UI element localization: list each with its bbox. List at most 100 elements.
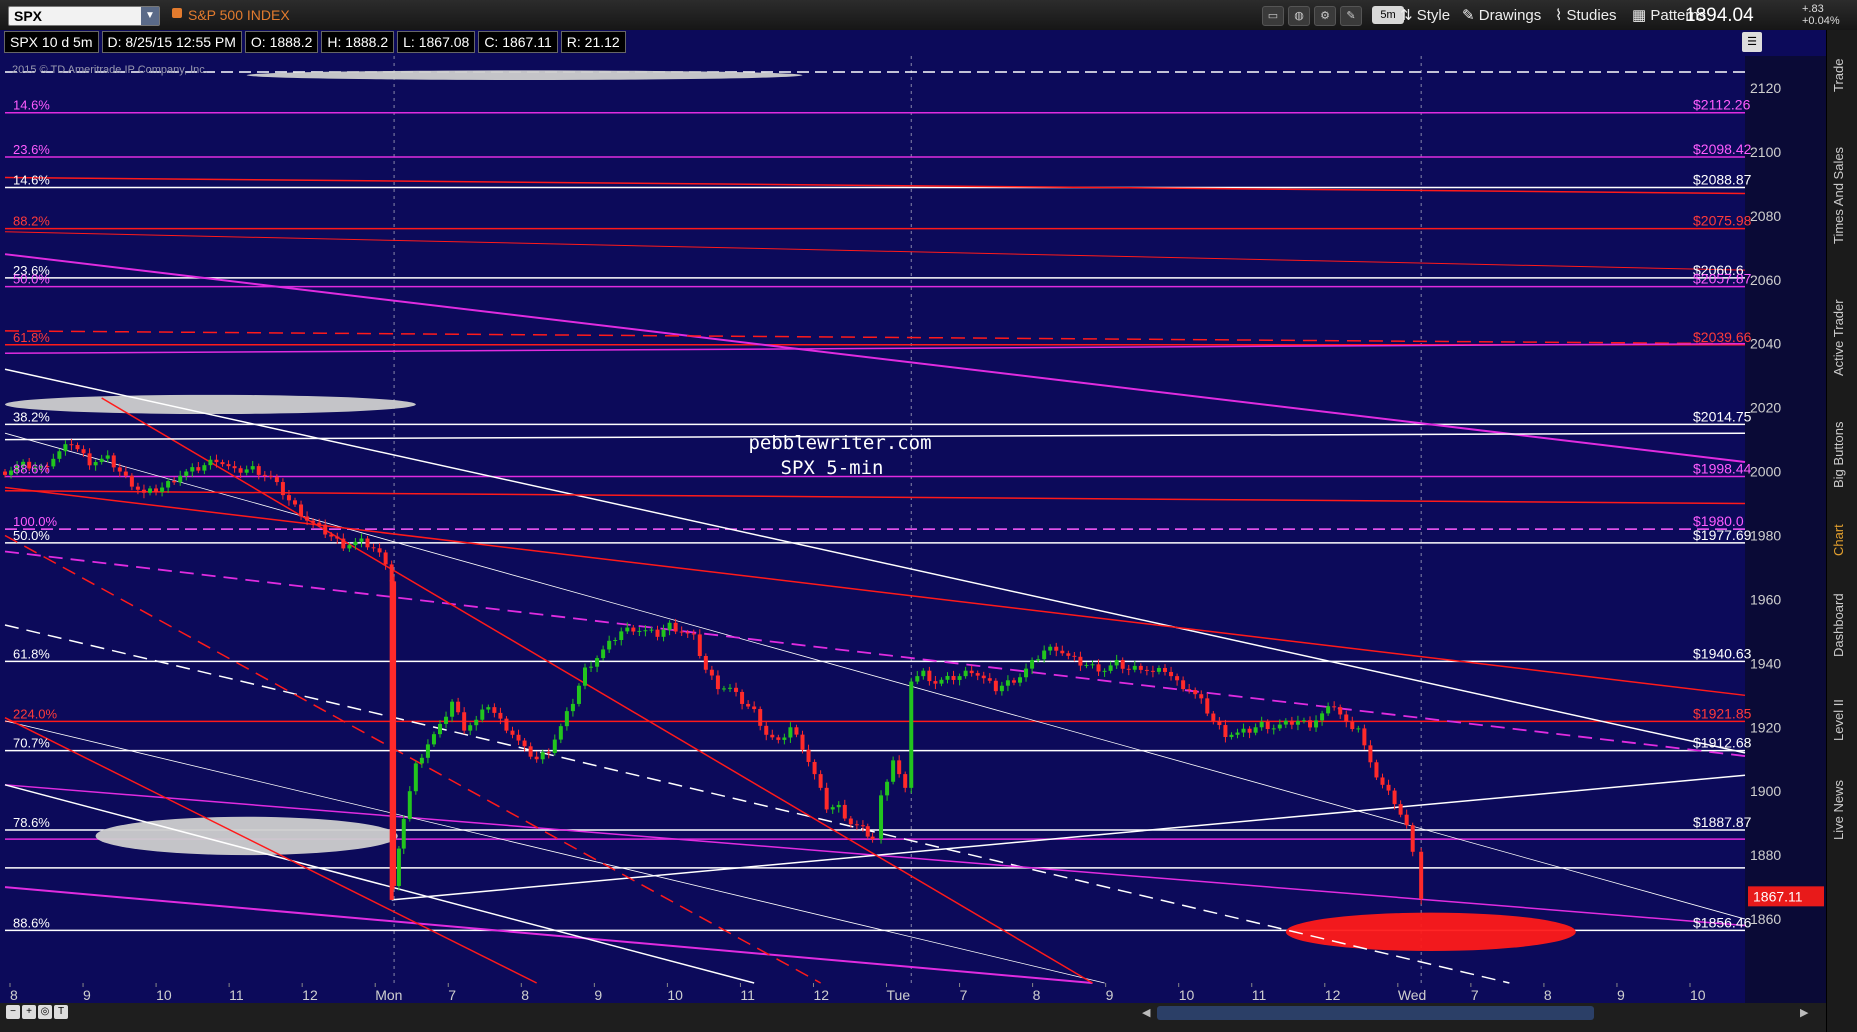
- candle-body: [341, 538, 346, 549]
- candle-body: [631, 627, 636, 632]
- scroll-right-icon[interactable]: ▶: [1800, 1006, 1808, 1019]
- candle-body: [129, 475, 134, 487]
- candle-body: [202, 465, 207, 471]
- candle-body: [1277, 724, 1282, 729]
- candle-body: [377, 548, 382, 553]
- fib-level-label: 61.8%: [13, 330, 50, 345]
- highlight-ellipse: [1285, 912, 1576, 952]
- fib-level-label: 61.8%: [13, 646, 50, 661]
- candle-body: [51, 458, 56, 467]
- tab-active-trader[interactable]: Active Trader: [1831, 280, 1853, 395]
- candle-body: [262, 474, 267, 476]
- fib-level-label: 88.6%: [13, 462, 50, 477]
- fib-level-label: 50.0%: [13, 272, 50, 287]
- candle-body: [552, 739, 557, 754]
- price-chart[interactable]: $2112.26$2098.42$2088.87$2075.98$2060.6$…: [0, 0, 1826, 1003]
- tab-trade[interactable]: Trade: [1831, 40, 1853, 110]
- price-level-label: $2014.75: [1693, 408, 1752, 424]
- price-level-label: $2088.87: [1693, 171, 1752, 187]
- candle-body: [1138, 665, 1143, 670]
- candle-body: [812, 761, 817, 775]
- candle-body: [196, 467, 201, 471]
- candle-body: [927, 670, 932, 682]
- candle-body: [740, 691, 745, 704]
- candle-body: [607, 640, 612, 650]
- candle-body: [728, 687, 732, 689]
- candle-body: [359, 538, 364, 542]
- candle-body: [1187, 689, 1192, 691]
- zoom-fit-icon[interactable]: ◎: [38, 1005, 52, 1019]
- y-tick-label: 2060: [1750, 272, 1781, 288]
- candle-body: [1362, 728, 1367, 746]
- candle-body: [685, 632, 690, 634]
- bar-close: C: 1867.11: [478, 31, 558, 53]
- candle-body: [1018, 677, 1022, 683]
- y-tick-label: 1880: [1750, 847, 1781, 863]
- x-tick-label: 9: [594, 987, 602, 1003]
- bar-low: L: 1867.08: [397, 31, 476, 53]
- candle-body: [220, 462, 225, 465]
- candle-body: [891, 760, 896, 782]
- candle-body: [492, 707, 497, 713]
- tab-live-news[interactable]: Live News: [1831, 765, 1853, 855]
- x-tick-label: 12: [302, 987, 318, 1003]
- candle-body: [450, 701, 455, 717]
- tab-times-and-sales[interactable]: Times And Sales: [1831, 120, 1853, 270]
- candle-body: [365, 538, 370, 548]
- candle-body: [456, 701, 461, 713]
- candle-body: [413, 763, 418, 792]
- candle-body: [335, 536, 340, 539]
- x-tick-label: 12: [1325, 987, 1341, 1003]
- candle-body: [1253, 727, 1258, 733]
- candle-body: [528, 746, 533, 757]
- chart-background: [0, 30, 1826, 1003]
- candle-body: [540, 752, 545, 760]
- candle-body: [836, 804, 841, 808]
- zoom-out-icon[interactable]: −: [6, 1005, 20, 1019]
- candle-body: [93, 462, 98, 466]
- candle-body: [462, 712, 467, 731]
- candle-body: [311, 520, 316, 523]
- candle-body: [534, 756, 539, 760]
- candle-body: [1338, 707, 1343, 715]
- candle-body: [1392, 790, 1397, 805]
- candle-body: [709, 669, 714, 676]
- time-scrollbar[interactable]: [1157, 1006, 1594, 1020]
- x-tick-label: 7: [960, 987, 968, 1003]
- candle-body: [353, 541, 358, 546]
- candle-body: [81, 449, 86, 454]
- candle-body: [1350, 721, 1355, 730]
- candle-body: [1163, 667, 1167, 672]
- chart-settings-icon[interactable]: ☰: [1742, 32, 1762, 52]
- bar-range: R: 21.12: [560, 31, 626, 53]
- candle-body: [1271, 728, 1276, 730]
- candle-body: [329, 534, 334, 537]
- x-tick-label: 9: [83, 987, 91, 1003]
- candle-body: [1150, 670, 1155, 672]
- zoom-in-icon[interactable]: +: [22, 1005, 36, 1019]
- scroll-left-icon[interactable]: ◀: [1142, 1006, 1150, 1019]
- candle-body: [788, 727, 793, 738]
- x-tick-label: 11: [740, 987, 755, 1003]
- candle-body: [1356, 728, 1361, 730]
- candle-body: [244, 469, 249, 473]
- candle-body: [178, 475, 183, 483]
- x-tick-label: Mon: [375, 987, 402, 1003]
- tab-chart[interactable]: Chart: [1831, 515, 1853, 565]
- candle-body: [498, 712, 503, 719]
- candle-body: [1241, 728, 1246, 733]
- chart-title: SPX 10 d 5m: [4, 31, 99, 53]
- tab-big-buttons[interactable]: Big Buttons: [1831, 405, 1853, 505]
- tab-level-ii[interactable]: Level II: [1831, 685, 1853, 755]
- candle-body: [655, 629, 660, 637]
- candle-body: [154, 488, 159, 492]
- text-tool-icon[interactable]: T: [54, 1005, 68, 1019]
- candle-body: [299, 504, 304, 517]
- candle-body: [1156, 667, 1161, 672]
- candle-body: [546, 752, 551, 754]
- candle-body: [371, 547, 376, 549]
- candle-body: [317, 522, 322, 525]
- x-tick-label: Tue: [887, 987, 911, 1003]
- candle-body: [1181, 680, 1186, 690]
- tab-dashboard[interactable]: Dashboard: [1831, 575, 1853, 675]
